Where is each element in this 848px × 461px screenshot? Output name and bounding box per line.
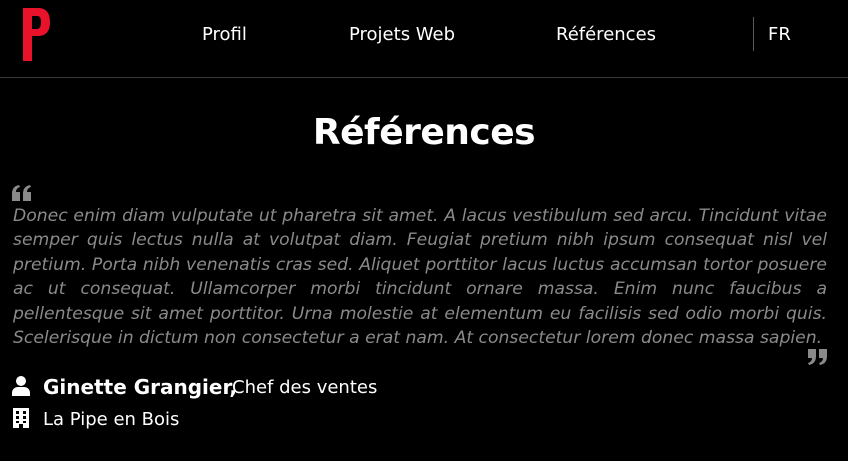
page-title: Références (312, 112, 536, 153)
company-name: La Pipe en Bois (43, 409, 180, 430)
user-icon (12, 376, 30, 396)
author-name: Ginette Grangier, (43, 375, 237, 399)
site-header: Profil Projets Web Références FR (0, 0, 848, 78)
nav-item-projets-web[interactable]: Projets Web (349, 24, 455, 46)
building-icon (13, 408, 29, 428)
testimonial-quote: Donec enim diam vulputate ut pharetra si… (13, 206, 827, 349)
language-switcher[interactable]: FR (768, 24, 791, 46)
author-role: Chef des ventes (232, 377, 378, 398)
nav-item-references[interactable]: Références (556, 24, 656, 46)
nav-divider (753, 17, 754, 51)
nav-item-profil[interactable]: Profil (202, 24, 247, 46)
quote-open-icon (12, 185, 32, 201)
p-logo-icon[interactable] (20, 5, 52, 63)
quote-close-icon (807, 349, 827, 365)
